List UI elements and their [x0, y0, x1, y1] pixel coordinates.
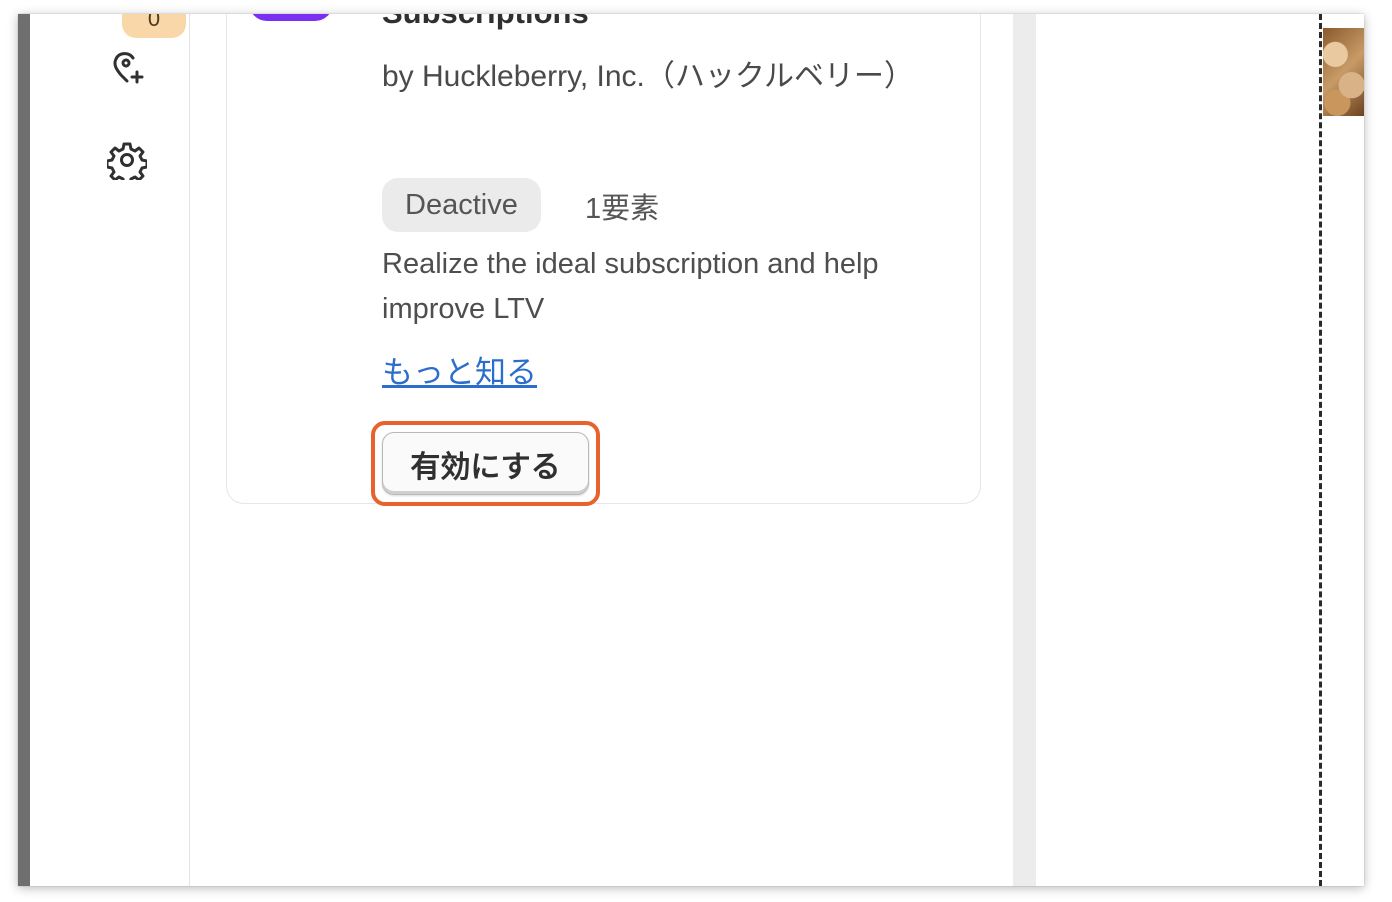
product-thumbnail	[1323, 28, 1364, 116]
settings-button[interactable]	[105, 138, 149, 182]
app-title: Subscriptions	[382, 14, 589, 31]
app-description: Realize the ideal subscription and help …	[382, 248, 879, 325]
learn-more-link[interactable]: もっと知る	[382, 347, 537, 392]
app-vendor: by Huckleberry, Inc.（ハックルベリー）	[382, 60, 914, 93]
window-left-edge	[18, 14, 30, 886]
status-badge: Deactive	[382, 178, 541, 232]
element-count: 1要素	[585, 193, 660, 225]
notification-badge: 0	[122, 14, 186, 38]
dashed-guide-line	[1319, 14, 1322, 886]
add-location-icon	[113, 52, 144, 84]
app-card: Subscriptions by Huckleberry, Inc.（ハックルベ…	[226, 14, 981, 506]
main-content: Subscriptions by Huckleberry, Inc.（ハックルベ…	[191, 14, 1013, 886]
panel-divider	[1013, 14, 1036, 886]
icon-sidebar: 0	[30, 14, 190, 886]
app-window: 0 Subscriptions by Huckleberry, Inc.（ハック…	[18, 14, 1364, 886]
gear-icon	[107, 142, 147, 180]
activate-button[interactable]: 有効にする	[382, 432, 589, 495]
app-logo	[249, 14, 333, 21]
add-location-button[interactable]	[105, 46, 149, 90]
preview-panel	[1036, 14, 1319, 886]
